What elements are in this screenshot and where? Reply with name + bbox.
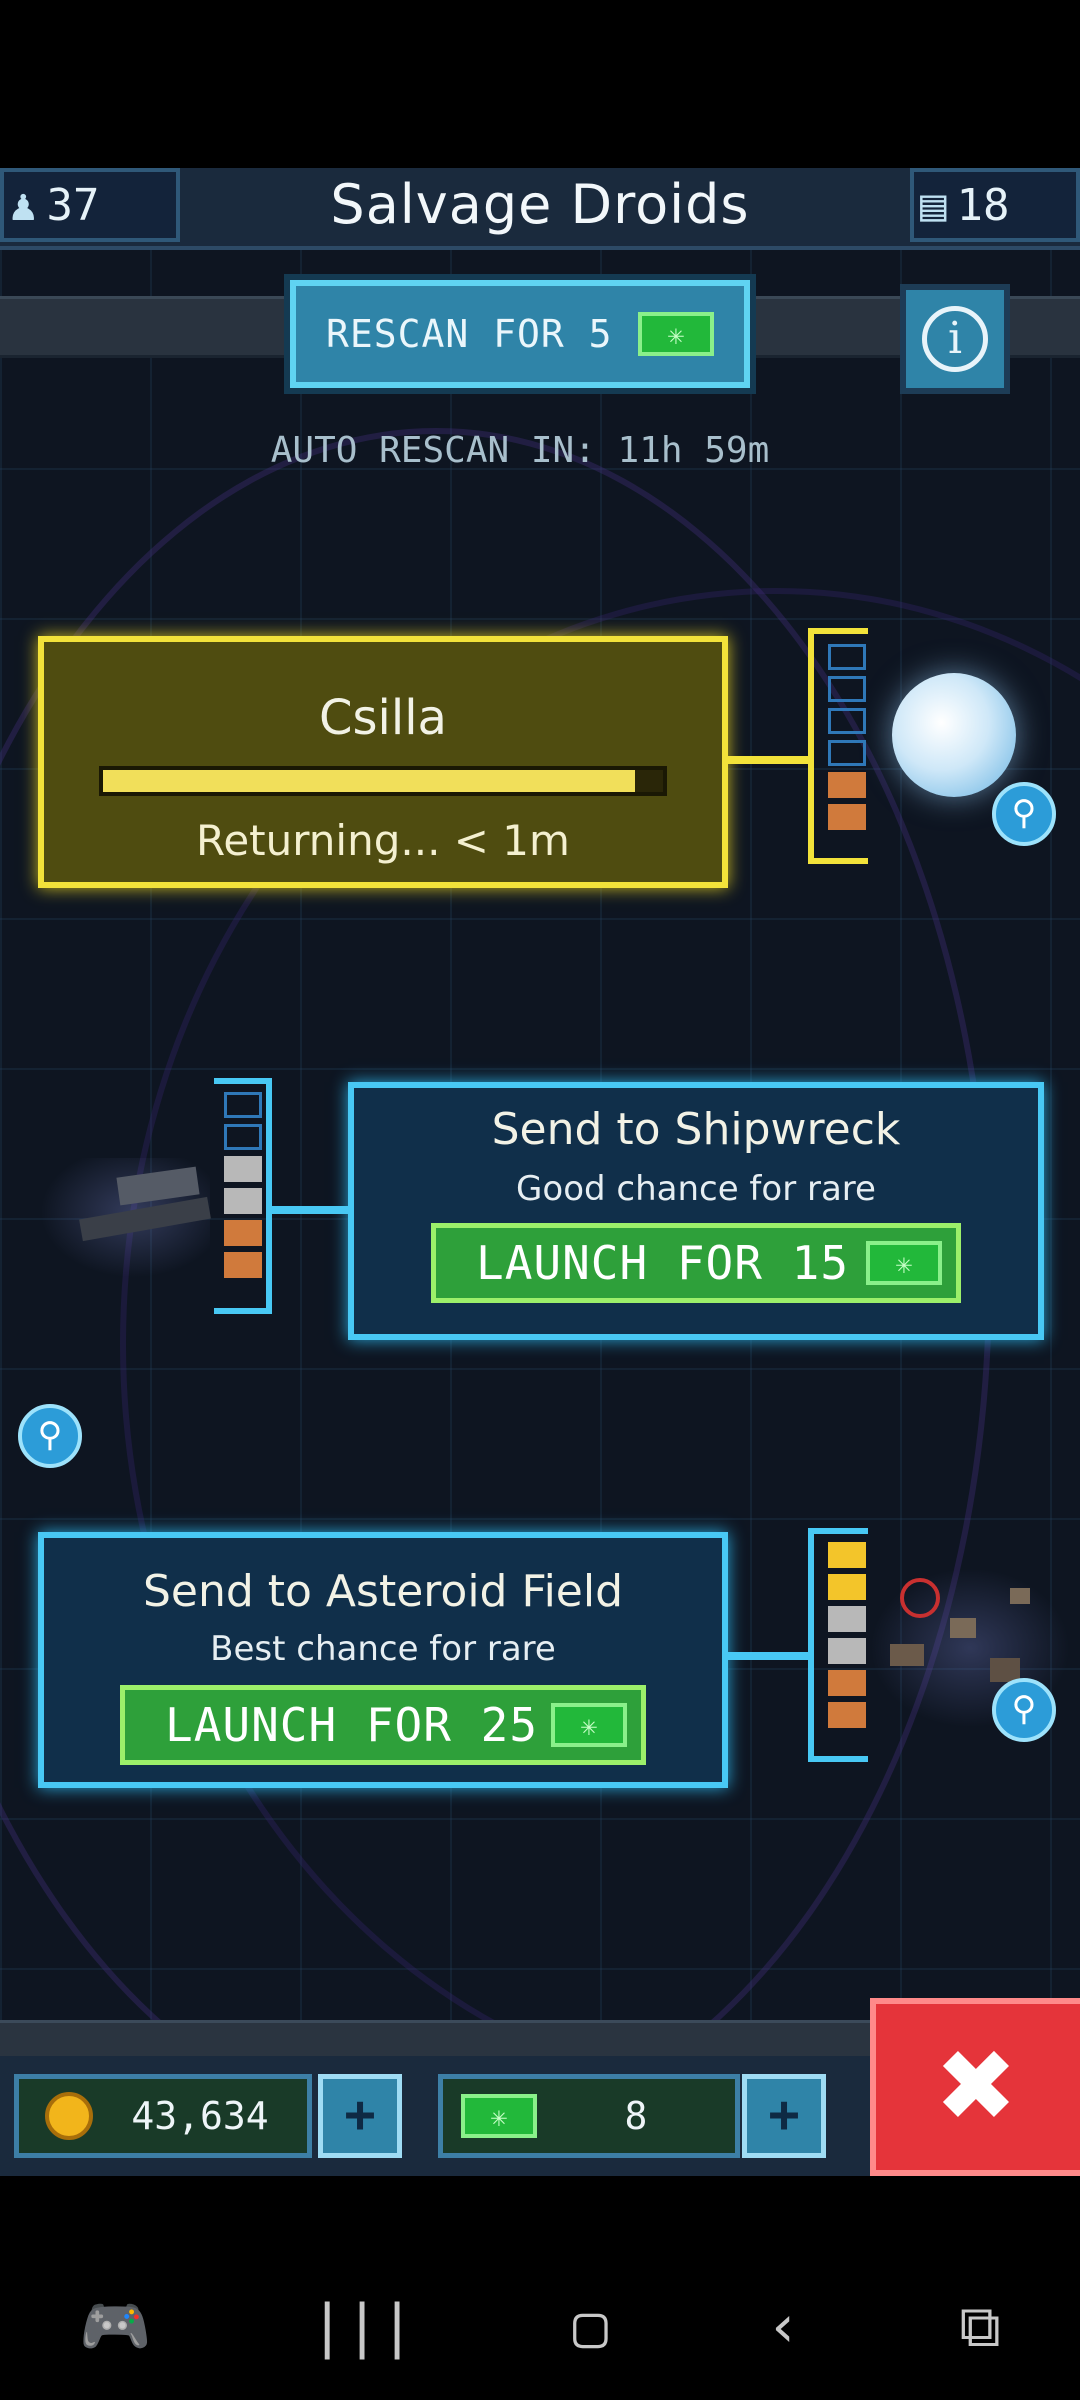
meter-segment [828,1574,866,1600]
rarity-meter [822,634,872,840]
coin-icon [45,2092,93,2140]
back-icon[interactable]: ‹ [766,2292,801,2360]
meter-segment [828,708,866,734]
meter-segment [828,740,866,766]
card-icon: ▤ [920,179,947,231]
meter-segment [828,1670,866,1696]
launch-button[interactable]: LAUNCH FOR 15 ✳ [431,1223,961,1303]
meter-segment [828,676,866,702]
mission-status: Returning... < 1m [196,816,570,865]
asteroid [890,1644,924,1666]
gem-icon: ✳ [551,1703,627,1747]
progress-bar [99,766,667,796]
add-coins-button[interactable]: + [318,2074,402,2158]
crew-count: 37 [46,179,100,231]
meter-segment [828,1606,866,1632]
home-icon[interactable]: ▢ [573,2292,608,2360]
gem-balance: ✳ 8 [438,2074,740,2158]
person-icon: ♟ [10,179,37,231]
mission-name: Csilla [319,690,447,746]
meter-segment [224,1124,262,1150]
meter-segment [828,1542,866,1568]
info-icon: i [922,306,988,372]
meter-segment [828,644,866,670]
meter-segment [828,1702,866,1728]
mission-name: Send to Asteroid Field [142,1566,624,1617]
target-reticle [900,1578,940,1618]
connector-line [272,1206,348,1214]
mission-subtitle: Good chance for rare [516,1169,876,1209]
rarity-meter [218,1082,268,1288]
rescan-label: RESCAN FOR 5 [326,312,613,356]
auto-rescan-timer: AUTO RESCAN IN: 11h 59m [270,430,770,471]
page-title: Salvage Droids [330,173,750,236]
asteroid [950,1618,976,1638]
recents-icon[interactable]: ||| [310,2292,415,2360]
add-gems-button[interactable]: + [742,2074,826,2158]
launch-label: LAUNCH FOR 15 [476,1236,850,1290]
meter-segment [224,1252,262,1278]
connector-line [728,756,808,764]
meter-segment [224,1156,262,1182]
card-counter: ▤ 18 [910,168,1080,242]
meter-segment [224,1220,262,1246]
game-launcher-icon[interactable]: 🎮 [79,2292,151,2361]
connector-line [728,1652,808,1660]
magnify-icon[interactable]: ⚲ [18,1404,82,1468]
meter-segment [828,1638,866,1664]
magnify-icon[interactable]: ⚲ [992,1678,1056,1742]
gem-icon: ✳ [461,2094,537,2138]
gem-amount: 8 [624,2094,648,2138]
planet-image [892,673,1016,797]
mission-card-csilla[interactable]: Csilla Returning... < 1m [38,636,728,888]
mission-card-shipwreck[interactable]: Send to Shipwreck Good chance for rare L… [348,1082,1044,1340]
rarity-meter [822,1532,872,1738]
mission-subtitle: Best chance for rare [210,1629,556,1669]
gem-icon: ✳ [638,312,714,356]
android-nav-bar: 🎮 ||| ▢ ‹ ⧉ [0,2276,1080,2376]
gem-icon: ✳ [866,1241,942,1285]
coin-amount: 43,634 [131,2094,269,2138]
info-button[interactable]: i [900,284,1010,394]
mission-name: Send to Shipwreck [491,1104,901,1155]
launch-button[interactable]: LAUNCH FOR 25 ✳ [120,1685,646,1765]
progress-fill [103,770,635,792]
magnify-icon[interactable]: ⚲ [992,782,1056,846]
meter-segment [828,772,866,798]
mission-card-asteroid-field[interactable]: Send to Asteroid Field Best chance for r… [38,1532,728,1788]
asteroid [1010,1588,1030,1604]
meter-segment [224,1092,262,1118]
close-button[interactable]: ✖ [870,1998,1080,2176]
launch-label: LAUNCH FOR 25 [165,1698,539,1752]
crew-counter: ♟ 37 [0,168,180,242]
card-count: 18 [956,179,1010,231]
meter-segment [224,1188,262,1214]
rescan-button[interactable]: RESCAN FOR 5 ✳ [290,280,750,388]
screenshot-icon[interactable]: ⧉ [959,2292,1000,2361]
game-screen: ♟ 37 Salvage Droids ▤ 18 RESCAN FOR 5 ✳ … [0,168,1080,2176]
meter-segment [828,804,866,830]
coin-balance: 43,634 [14,2074,312,2158]
